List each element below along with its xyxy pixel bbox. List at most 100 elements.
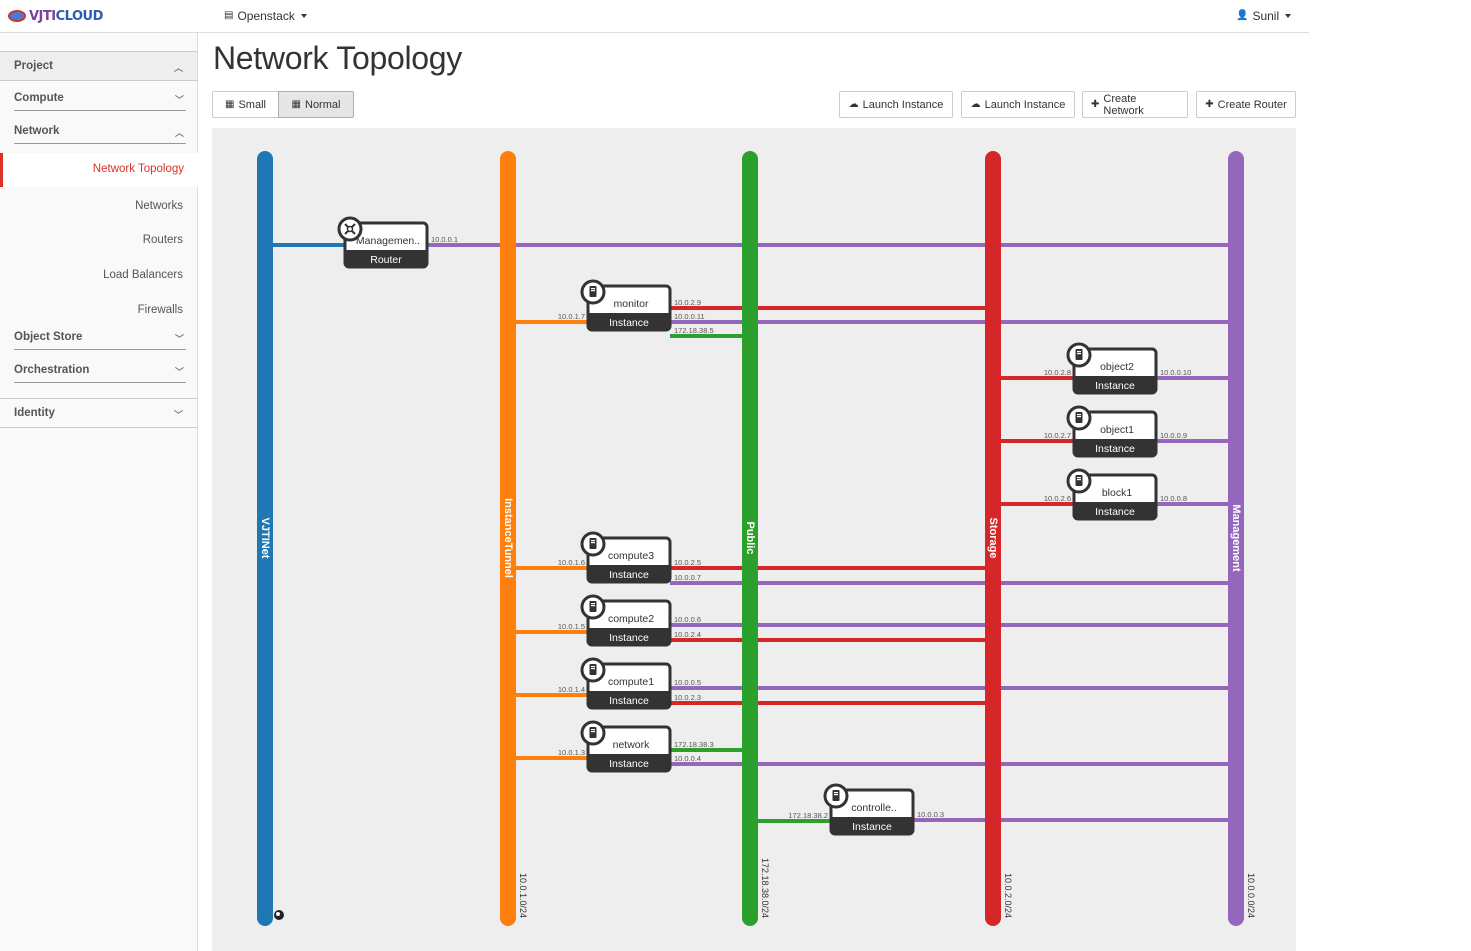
device-block1[interactable]: block1 Instance (1066, 468, 1158, 521)
device-type-label: Instance (852, 821, 892, 833)
network-vjtinet[interactable]: VJTINet (257, 151, 273, 926)
ip-address-label: 10.0.1.4 (558, 685, 585, 694)
device-name-label: object1 (1100, 424, 1134, 436)
device-object2[interactable]: object2 Instance (1066, 342, 1158, 395)
network-management[interactable]: Management 10.0.0.0/24 (1228, 151, 1256, 926)
topology-graph: 10.0.0.1 10.0.1.7 10.0.2.9 10.0.0.11 172.18.… (257, 151, 1256, 926)
device-name-label: Managemen.. (356, 235, 420, 247)
network-name-label: Management (1230, 504, 1242, 572)
device-name-label: compute2 (608, 613, 654, 625)
sidebar-item-networks[interactable]: Networks (135, 200, 183, 212)
top-navbar: VJTICLOUD ▤ Openstack 👤 Sunil (0, 0, 1309, 33)
ip-address-label: 10.0.0.7 (674, 573, 701, 582)
device-name-label: monitor (613, 298, 649, 310)
cloud-upload-icon: ☁ (970, 98, 981, 110)
ip-address-label: 10.0.2.3 (674, 693, 701, 702)
device-type-label: Instance (609, 695, 649, 707)
chevron-down-icon: ﹀ (174, 95, 184, 105)
chevron-up-icon: ︿ (173, 63, 183, 73)
device-type-label: Instance (1095, 443, 1135, 455)
launch-instance-button-2[interactable]: ☁ Launch Instance (961, 91, 1075, 118)
ip-address-label: 172.18.38.3 (674, 740, 714, 749)
ip-address-label: 10.0.0.11 (674, 312, 705, 321)
device-name-label: object2 (1100, 361, 1134, 373)
sidebar-item-network-topology[interactable]: Network Topology (0, 153, 198, 187)
create-router-button[interactable]: ✚ Create Router (1196, 91, 1296, 118)
sidebar-item-firewalls[interactable]: Firewalls (138, 304, 183, 316)
ip-address-label: 10.0.0.9 (1160, 431, 1187, 440)
device-type-label: Instance (609, 632, 649, 644)
ip-address-label: 172.18.38.5 (674, 326, 714, 335)
device-network[interactable]: network Instance (580, 720, 672, 773)
user-dropdown[interactable]: 👤 Sunil (1236, 9, 1292, 23)
ip-address-label: 10.0.0.8 (1160, 494, 1187, 503)
ip-address-label: 10.0.0.1 (431, 235, 458, 244)
sidebar: Project ︿ Compute ﹀ Network ︿ Network Topol… (0, 33, 198, 951)
device-name-label: network (613, 739, 651, 751)
device-monitor[interactable]: monitor Instance (580, 279, 672, 332)
sidebar-item-load-balancers[interactable]: Load Balancers (103, 269, 183, 281)
server-icon (580, 531, 606, 557)
launch-instance-button[interactable]: ☁ Launch Instance (839, 91, 953, 118)
server-icon (580, 279, 606, 305)
device-type-label: Instance (1095, 380, 1135, 392)
ip-address-label: 10.0.1.5 (558, 622, 585, 631)
ip-address-label: 10.0.0.6 (674, 615, 701, 624)
ip-address-label: 10.0.1.6 (558, 558, 585, 567)
grid-large-icon: ▦ (291, 98, 301, 110)
ip-address-label: 10.0.2.6 (1044, 494, 1071, 503)
device-controlle[interactable]: controlle.. Instance (823, 783, 915, 836)
sidebar-section-project[interactable]: Project ︿ (0, 51, 197, 81)
device-object1[interactable]: object1 Instance (1066, 405, 1158, 458)
network-cidr-label: 172.18.38.0/24 (760, 858, 770, 918)
ip-address-label: 10.0.0.5 (674, 678, 701, 687)
cloud-logo-icon (8, 10, 26, 22)
device-name-label: compute3 (608, 550, 654, 562)
caret-down-icon (1285, 14, 1292, 18)
cloud-upload-icon: ☁ (848, 98, 859, 110)
device-type-label: Instance (1095, 506, 1135, 518)
device-type-label: Instance (609, 317, 649, 329)
network-name-label: VJTINet (259, 518, 271, 559)
chevron-down-icon: ﹀ (173, 410, 183, 420)
network-name-label: InstanceTunnel (502, 498, 514, 578)
device-type-label: Router (370, 254, 402, 266)
ip-address-label: 10.0.0.3 (917, 810, 944, 819)
ip-address-label: 172.18.38.2 (788, 811, 828, 820)
device-compute1[interactable]: compute1 Instance (580, 657, 672, 710)
sidebar-item-routers[interactable]: Routers (143, 234, 183, 246)
ip-address-label: 10.0.0.4 (674, 754, 701, 763)
device-compute2[interactable]: compute2 Instance (580, 594, 672, 647)
network-storage[interactable]: Storage 10.0.2.0/24 (985, 151, 1013, 926)
view-normal-button[interactable]: ▦ Normal (278, 91, 354, 118)
network-public[interactable]: Public 172.18.38.0/24 (742, 151, 770, 926)
view-small-button[interactable]: ▦ Small (212, 91, 279, 118)
project-dropdown[interactable]: ▤ Openstack (224, 9, 307, 23)
brand-logo[interactable]: VJTICLOUD (8, 7, 103, 25)
sidebar-panel-object-store[interactable]: Object Store ﹀ (14, 328, 186, 350)
sidebar-panel-orchestration[interactable]: Orchestration ﹀ (14, 361, 186, 383)
ip-address-label: 10.0.1.3 (558, 748, 585, 757)
page-title: Network Topology (213, 40, 462, 76)
globe-icon (274, 910, 284, 920)
sidebar-panel-network[interactable]: Network ︿ (14, 122, 186, 144)
create-network-button[interactable]: ✚ Create Network (1082, 91, 1188, 118)
network-name-label: Storage (987, 518, 999, 559)
ip-address-label: 10.0.2.4 (674, 630, 701, 639)
server-icon (580, 657, 606, 683)
ip-address-label: 10.0.2.8 (1044, 368, 1071, 377)
ip-address-label: 10.0.0.10 (1160, 368, 1191, 377)
plus-icon: ✚ (1205, 98, 1214, 110)
user-icon: 👤 (1236, 10, 1249, 21)
device-managemen[interactable]: Managemen.. Router (337, 216, 429, 269)
device-compute3[interactable]: compute3 Instance (580, 531, 672, 584)
sidebar-section-identity[interactable]: Identity ﹀ (0, 398, 197, 428)
network-instancetunnel[interactable]: InstanceTunnel 10.0.1.0/24 (500, 151, 528, 926)
sidebar-panel-compute[interactable]: Compute ﹀ (14, 89, 186, 111)
ip-address-label: 10.0.1.7 (558, 312, 585, 321)
ip-address-label: 10.0.2.5 (674, 558, 701, 567)
chevron-down-icon: ﹀ (174, 367, 184, 377)
ip-address-label: 10.0.2.7 (1044, 431, 1071, 440)
network-name-label: Public (744, 521, 756, 554)
device-name-label: block1 (1102, 487, 1133, 499)
